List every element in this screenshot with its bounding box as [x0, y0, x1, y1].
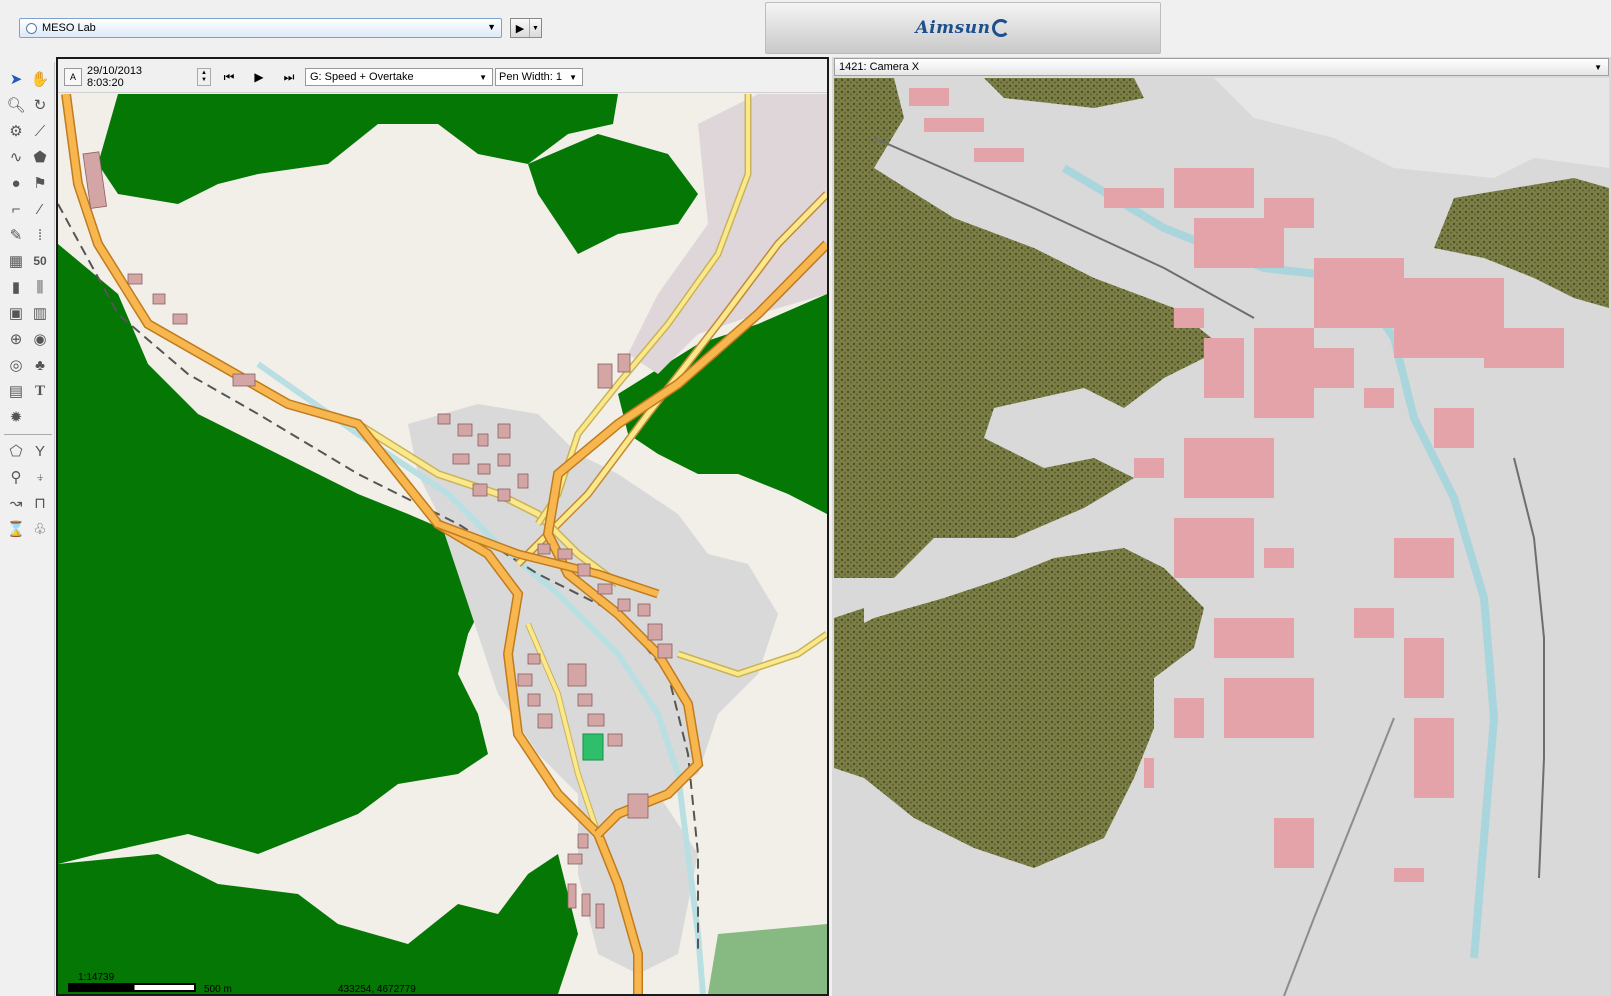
3d-scene[interactable] [834, 78, 1609, 996]
scale-label: 500 m [204, 984, 232, 994]
chevron-down-icon: ▼ [479, 72, 487, 82]
target-icon[interactable]: ◉ [29, 328, 51, 350]
tree-icon[interactable]: ♣ [29, 354, 51, 376]
skip-to-start-icon[interactable]: ⏮ [221, 68, 237, 86]
view-style-dropdown[interactable]: G: Speed + Overtake ▼ [305, 68, 493, 86]
scenario-dropdown[interactable]: MESO Lab ▼ [19, 18, 502, 38]
layer-icon[interactable]: ▤ [5, 380, 27, 402]
view-style-value: G: Speed + Overtake [310, 71, 414, 83]
forest-area [708, 924, 827, 994]
play-icon[interactable]: ▶ [251, 68, 267, 86]
sports-field [582, 733, 604, 761]
skip-to-end-icon[interactable]: ⏭ [281, 68, 297, 86]
gear-icon[interactable]: ✹ [5, 406, 27, 428]
play-icon[interactable]: ▶ [511, 19, 530, 37]
scenario-status-icon [26, 22, 37, 34]
edge-icon[interactable]: ⁄ [29, 198, 51, 220]
crossing-icon[interactable]: ⊕ [5, 328, 27, 350]
connector-icon[interactable]: ⌐ [5, 198, 27, 220]
datetime-spinner[interactable]: ▲ ▼ [197, 68, 211, 86]
bus-icon[interactable]: ▣ [5, 302, 27, 324]
camera-dropdown[interactable]: 1421: Camera X ▼ [834, 58, 1609, 76]
select-arrow-icon[interactable]: ➤ [5, 68, 27, 90]
rotate-icon[interactable]: ↻ [29, 94, 51, 116]
text-tool-icon[interactable]: T [29, 380, 51, 402]
polyline-icon[interactable]: ⟋ [29, 120, 51, 142]
speed-sign-icon[interactable]: 50 [29, 250, 51, 272]
pen-width-dropdown[interactable]: Pen Width: 1 ▼ [495, 68, 583, 86]
top-toolbar: MESO Lab ▼ ▶ ▼ Aimsun [0, 0, 1611, 57]
cursor-coordinates: 433254, 4672779 [338, 984, 416, 994]
bars-icon[interactable]: ⫼ [29, 276, 51, 298]
tool-palette: ➤ ✋ 🔍︎ ↻ ⚙ ⟋ ∿ ⬟ ● ⚑ ⌐ ⁄ ✎ ⦙ ▦ 50 ▮ ⫼ ▣ … [0, 62, 55, 996]
pin-icon[interactable]: ⚲ [5, 466, 27, 488]
chevron-down-icon: ▼ [569, 72, 577, 82]
map-view-3d: 1421: Camera X ▼ [832, 57, 1611, 996]
meter-icon[interactable]: ▮ [5, 276, 27, 298]
pan-hand-icon[interactable]: ✋ [29, 68, 51, 90]
turn-icon[interactable]: ↝ [5, 492, 27, 514]
bus-stop-icon[interactable]: ⊓ [29, 492, 51, 514]
chevron-down-icon: ▼ [1594, 62, 1602, 72]
hourglass-icon[interactable]: ⌛ [5, 518, 27, 540]
lanes-icon[interactable]: ⦙ [29, 224, 51, 246]
anchor-button[interactable]: A [64, 68, 82, 86]
pencil-icon[interactable]: ✎ [5, 224, 27, 246]
scale-ratio: 1:14739 [78, 972, 115, 983]
camera-value: 1421: Camera X [839, 61, 920, 73]
chevron-down-icon[interactable]: ▼ [530, 19, 541, 37]
run-simulation-button[interactable]: ▶ ▼ [510, 18, 542, 38]
datetime-field[interactable]: 29/10/2013 8:03:20 [86, 65, 170, 89]
map-canvas[interactable]: 1:14739 500 m 433254, 4672779 [58, 94, 827, 994]
chevron-down-icon: ▼ [487, 22, 496, 32]
bezier-icon[interactable]: ∿ [5, 146, 27, 168]
pin-down-icon[interactable]: ⍖ [29, 466, 51, 488]
logo-swirl-icon [992, 19, 1011, 37]
polygon-icon[interactable]: ⬟ [29, 146, 51, 168]
flag-icon[interactable]: ⚑ [29, 172, 51, 194]
road-network-map[interactable] [58, 94, 827, 994]
pen-width-value: Pen Width: 1 [499, 71, 562, 83]
scenario-label: MESO Lab [42, 22, 96, 34]
zoom-icon[interactable]: 🔍︎ [5, 94, 27, 116]
connector-y-icon[interactable]: Y [29, 440, 51, 462]
rotary-icon[interactable]: ◎ [5, 354, 27, 376]
toolbox-divider [4, 434, 52, 435]
circle-icon[interactable]: ● [5, 172, 27, 194]
scale-bar [68, 983, 196, 992]
node-icon[interactable]: ⚙ [5, 120, 27, 142]
logo-text: Aimsun [915, 18, 991, 38]
tree-small-icon[interactable]: ♧ [29, 518, 51, 540]
map-view-2d: A 29/10/2013 8:03:20 ▲ ▼ ⏮ ▶ ⏭ G: Speed +… [56, 57, 829, 996]
map-toolbar: A 29/10/2013 8:03:20 ▲ ▼ ⏮ ▶ ⏭ G: Speed +… [58, 59, 827, 93]
detector-icon[interactable]: ▦ [5, 250, 27, 272]
stripes-icon[interactable]: ▥ [29, 302, 51, 324]
centroid-icon[interactable]: ⬠ [5, 440, 27, 462]
aimsun-logo: Aimsun [765, 2, 1161, 54]
3d-terrain-render[interactable] [834, 78, 1609, 996]
